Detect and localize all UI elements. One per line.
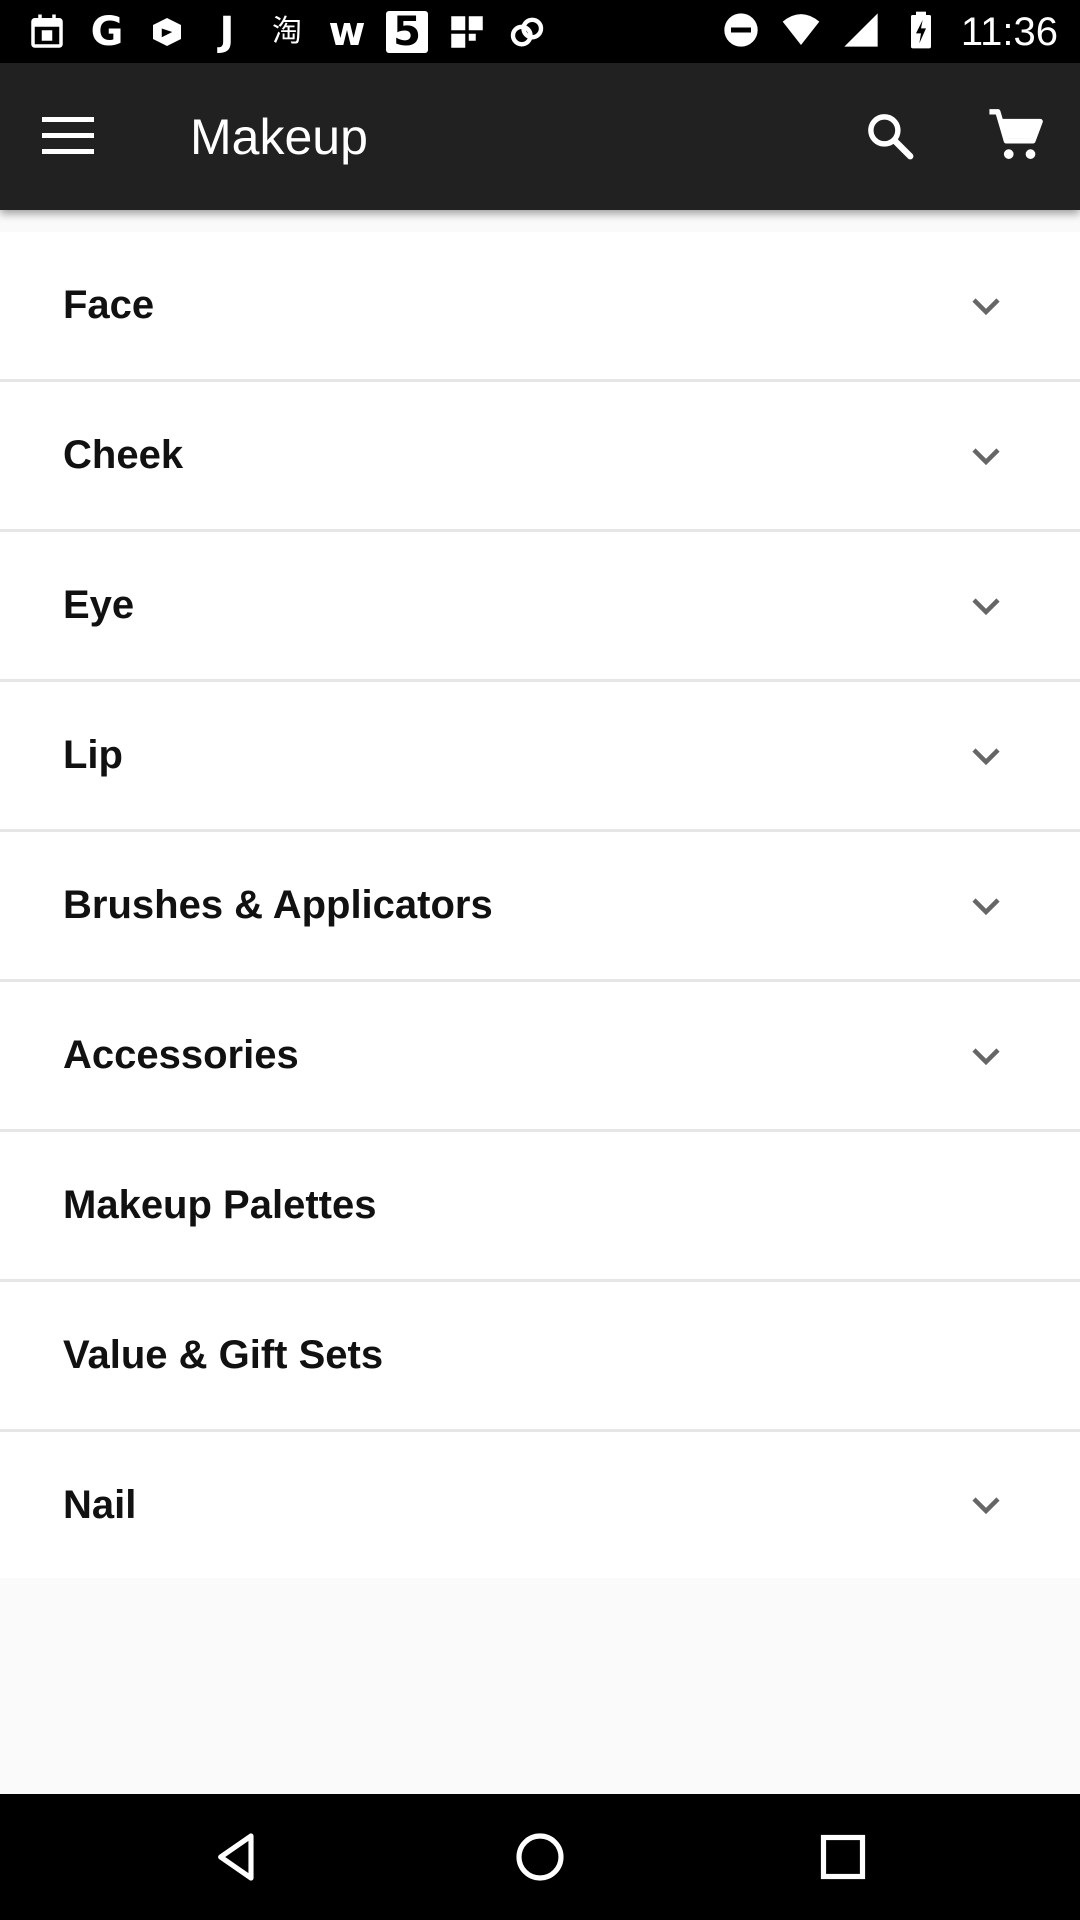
cart-button[interactable] — [982, 104, 1050, 168]
g-icon: G — [90, 9, 124, 55]
category-label: Eye — [63, 583, 135, 627]
category-item-makeup-palettes[interactable]: Makeup Palettes — [0, 1132, 1080, 1282]
category-label: Makeup Palettes — [63, 1183, 377, 1227]
drive-icon — [146, 11, 188, 53]
chevron-down-icon[interactable] — [968, 1487, 1004, 1523]
category-label: Brushes & Applicators — [63, 883, 493, 927]
back-button[interactable] — [202, 1822, 272, 1892]
search-button[interactable] — [858, 104, 922, 168]
link-icon — [506, 11, 548, 53]
five-icon: 5 — [386, 11, 428, 53]
grid-icon — [446, 11, 488, 53]
hamburger-icon — [42, 117, 94, 154]
chevron-down-icon[interactable] — [968, 438, 1004, 474]
category-label: Value & Gift Sets — [63, 1333, 384, 1377]
recents-button[interactable] — [808, 1822, 878, 1892]
category-label: Accessories — [63, 1033, 299, 1077]
status-bar: G J 淘 w 5 11:36 — [0, 0, 1080, 63]
home-button[interactable] — [505, 1822, 575, 1892]
category-item-cheek[interactable]: Cheek — [0, 382, 1080, 532]
page-title: Makeup — [190, 109, 368, 165]
taobao-icon: 淘 — [272, 14, 302, 49]
j-icon: J — [219, 9, 235, 55]
cell-signal-icon — [841, 10, 881, 55]
category-label: Face — [63, 283, 155, 327]
category-label: Nail — [63, 1482, 137, 1527]
system-nav-bar — [0, 1794, 1080, 1920]
chevron-down-icon[interactable] — [968, 588, 1004, 624]
category-item-value-gift-sets[interactable]: Value & Gift Sets — [0, 1282, 1080, 1432]
home-icon — [516, 1833, 564, 1881]
calendar-icon — [26, 11, 68, 53]
category-list: Face Cheek Eye Lip Brushes & Applicators… — [0, 232, 1080, 1578]
category-item-nail[interactable]: Nail — [0, 1432, 1080, 1578]
category-item-brushes-applicators[interactable]: Brushes & Applicators — [0, 832, 1080, 982]
battery-charging-icon — [901, 10, 941, 55]
clock: 11:36 — [960, 10, 1058, 54]
chevron-down-icon[interactable] — [968, 738, 1004, 774]
search-icon — [868, 114, 914, 160]
chevron-down-icon[interactable] — [968, 1038, 1004, 1074]
category-item-face[interactable]: Face — [0, 232, 1080, 382]
chevron-down-icon[interactable] — [968, 888, 1004, 924]
wifi-icon — [781, 10, 821, 55]
menu-button[interactable] — [36, 104, 100, 168]
chevron-down-icon[interactable] — [968, 288, 1004, 324]
cart-icon — [989, 109, 1043, 159]
wish-icon: w — [328, 9, 366, 55]
recents-icon — [820, 1834, 866, 1880]
notification-icons: G J 淘 w 5 — [26, 10, 548, 54]
dnd-icon — [721, 10, 761, 55]
back-icon — [218, 1833, 254, 1881]
category-item-lip[interactable]: Lip — [0, 682, 1080, 832]
app-bar: Makeup — [0, 63, 1080, 210]
category-item-eye[interactable]: Eye — [0, 532, 1080, 682]
system-status-icons: 11:36 — [721, 10, 1058, 54]
category-label: Lip — [63, 733, 123, 777]
category-item-accessories[interactable]: Accessories — [0, 982, 1080, 1132]
category-label: Cheek — [63, 433, 184, 477]
